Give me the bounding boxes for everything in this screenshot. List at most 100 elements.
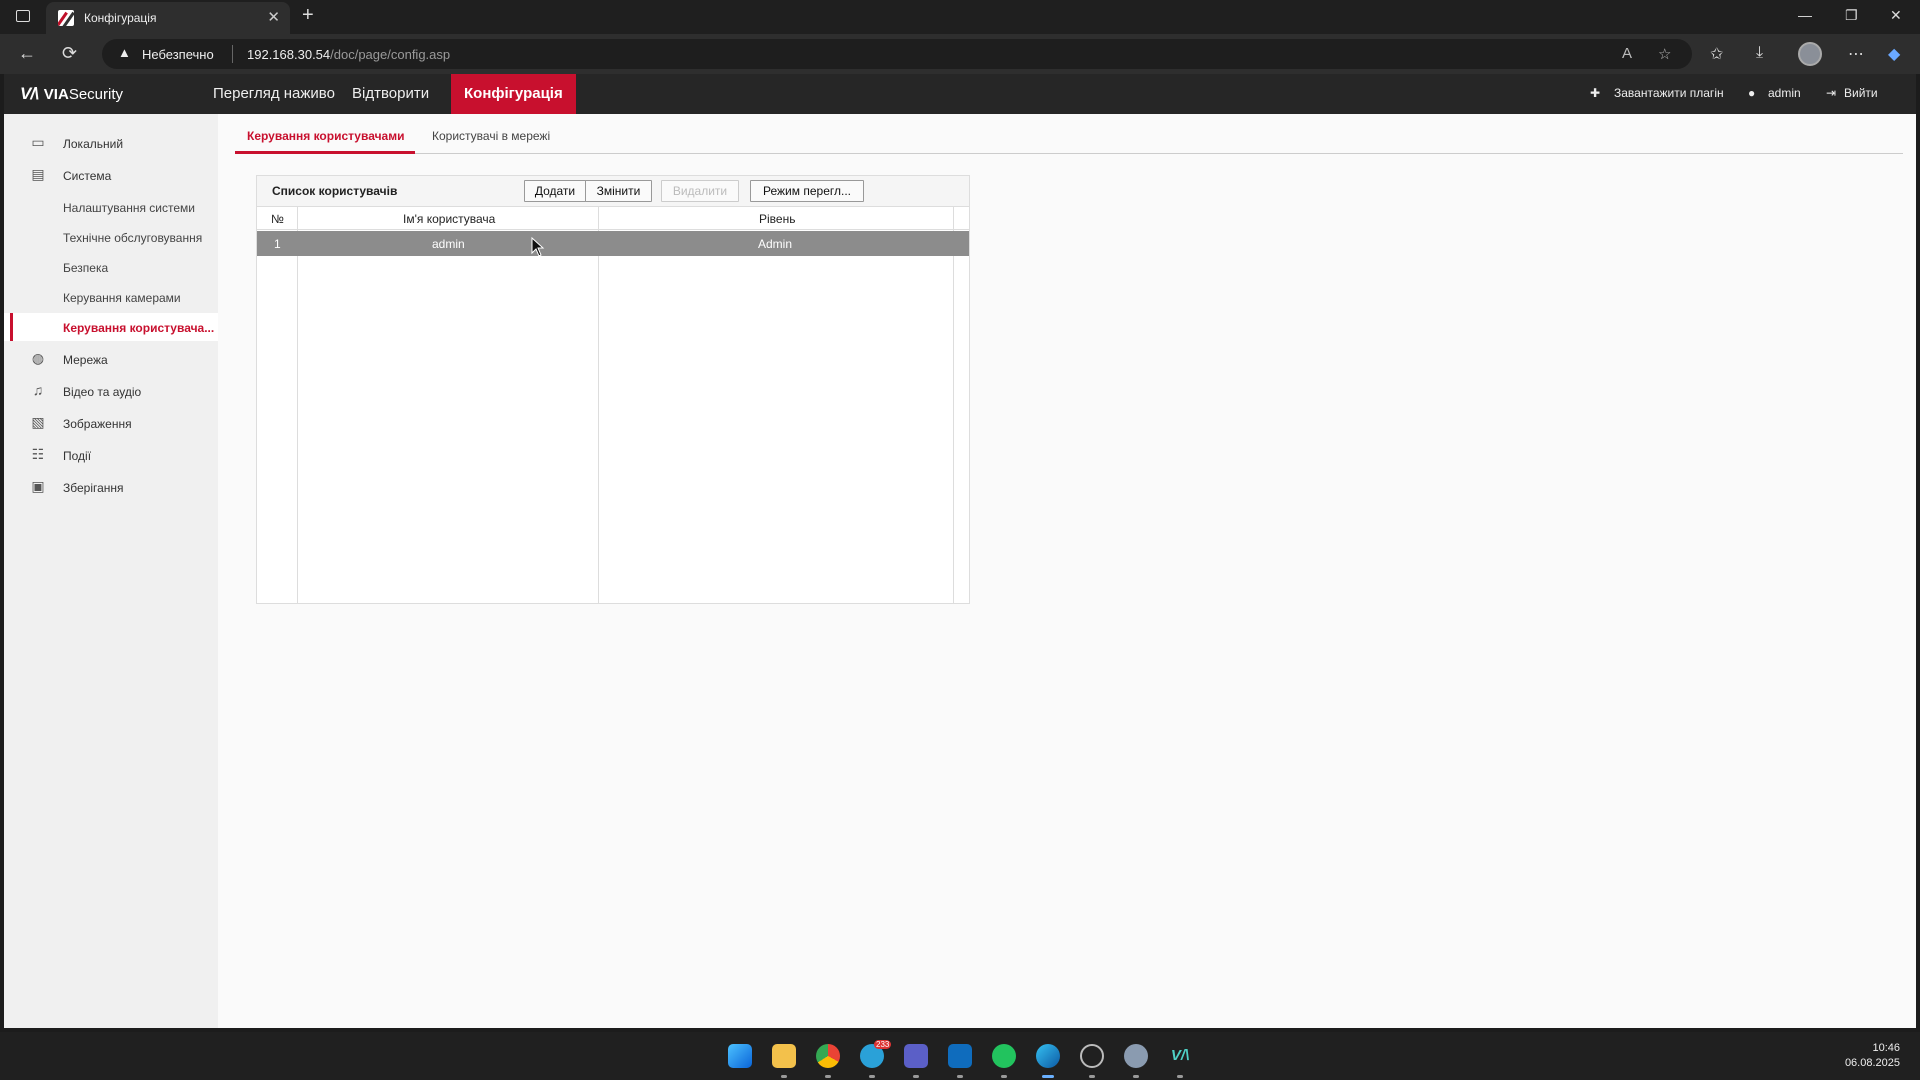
mic-icon: ♫ <box>32 382 44 398</box>
sidebar-item-system[interactable]: ▤ Система <box>4 160 218 190</box>
user-list-panel: Список користувачів Додати Змінити Видал… <box>256 175 970 604</box>
sidebar-item-label: Керування користувача... <box>63 321 215 335</box>
nav-live-view[interactable]: Перегляд наживо <box>200 74 348 114</box>
sidebar-item-events[interactable]: ☷ Події <box>4 440 218 470</box>
logo: V/\ VIASecurity <box>20 84 123 104</box>
logout-icon[interactable]: ⇥ <box>1826 86 1836 100</box>
sidebar-sub-maintenance[interactable]: Технічне обслуговування <box>4 223 218 251</box>
running-indicator <box>781 1075 787 1078</box>
sidebar-item-image[interactable]: ▧ Зображення <box>4 408 218 438</box>
tab-close-icon[interactable]: ✕ <box>267 8 280 26</box>
insecure-label[interactable]: Небезпечно <box>142 47 214 62</box>
teams-icon[interactable] <box>904 1044 928 1068</box>
subtab-bar: Керування користувачами Користувачі в ме… <box>235 114 1903 154</box>
new-tab-button[interactable]: + <box>302 4 314 27</box>
sidebar-sub-system-settings[interactable]: Налаштування системи <box>4 193 218 221</box>
clock-date: 06.08.2025 <box>1844 1057 1900 1069</box>
table-header: № Ім'я користувача Рівень <box>257 206 969 230</box>
chrome-icon[interactable] <box>816 1044 840 1068</box>
profile-avatar[interactable] <box>1798 42 1822 66</box>
start-icon[interactable] <box>728 1044 752 1068</box>
sidebar-item-video-audio[interactable]: ♫ Відео та аудіо <box>4 376 218 406</box>
storage-icon: ▣ <box>31 478 45 494</box>
sidebar-sub-user-management[interactable]: Керування користувача... <box>4 313 218 341</box>
address-bar[interactable]: ▲ Небезпечно 192.168.30.54/doc/page/conf… <box>102 39 1692 69</box>
download-plugin-link[interactable]: Завантажити плагін <box>1614 86 1724 100</box>
tab-actions-icon[interactable] <box>16 10 30 22</box>
nav-configuration[interactable]: Конфігурація <box>451 74 576 114</box>
browser-tab-bar: Конфігурація ✕ + — ❐ ✕ <box>0 0 1920 34</box>
modify-button[interactable]: Змінити <box>585 180 652 202</box>
restore-button[interactable]: ❐ <box>1845 7 1858 24</box>
calendar-icon: ☷ <box>31 446 45 462</box>
mouse-cursor-icon <box>531 237 545 257</box>
sidebar-sub-camera-management[interactable]: Керування камерами <box>4 283 218 311</box>
url-text[interactable]: 192.168.30.54/doc/page/config.asp <box>247 47 450 62</box>
column-header-level[interactable]: Рівень <box>759 212 795 226</box>
cell-level: Admin <box>758 237 793 251</box>
window-close-button[interactable]: ✕ <box>1890 7 1902 24</box>
sidebar-item-label: Зображення <box>63 417 132 431</box>
system-clock[interactable]: 10:46 06.08.2025 <box>1845 1041 1900 1071</box>
delete-button[interactable]: Видалити <box>661 180 739 202</box>
sidebar-sub-security[interactable]: Безпека <box>4 253 218 281</box>
panel-header: Список користувачів Додати Змінити Видал… <box>257 176 969 206</box>
user-icon: ● <box>1748 86 1756 100</box>
sidebar-item-storage[interactable]: ▣ Зберігання <box>4 472 218 502</box>
clock-time: 10:46 <box>1872 1042 1900 1054</box>
running-indicator <box>1089 1075 1095 1078</box>
settings-gear-icon[interactable] <box>1124 1044 1148 1068</box>
active-indicator <box>1042 1075 1054 1078</box>
viasecurity-app-icon[interactable]: V/\ <box>1168 1044 1192 1068</box>
sidebar-item-label: Зберігання <box>63 481 124 495</box>
column-header-no: № <box>271 212 284 226</box>
sidebar-item-label: Події <box>63 449 92 463</box>
sidebar-item-label: Безпека <box>63 261 109 275</box>
whatsapp-icon[interactable] <box>992 1044 1016 1068</box>
sidebar-item-label: Відео та аудіо <box>63 385 142 399</box>
address-toolbar: ← ⟳ ▲ Небезпечно 192.168.30.54/doc/page/… <box>0 34 1920 74</box>
running-indicator <box>957 1075 963 1078</box>
downloads-icon[interactable]: ⤓ <box>1756 44 1763 62</box>
column-divider <box>598 206 599 603</box>
add-button[interactable]: Додати <box>524 180 586 202</box>
app-icon[interactable] <box>1080 1044 1104 1068</box>
tab-user-management[interactable]: Керування користувачами <box>247 129 404 143</box>
active-tab-indicator <box>235 151 415 154</box>
sidebar-item-local[interactable]: ▭ Локальний <box>4 128 218 158</box>
warning-icon[interactable]: ▲ <box>118 45 131 60</box>
browser-tab[interactable]: Конфігурація ✕ <box>46 2 290 34</box>
favorites-icon[interactable]: ✩ <box>1710 44 1723 64</box>
running-indicator <box>1133 1075 1139 1078</box>
telegram-badge: 233 <box>874 1040 892 1049</box>
panel-title: Список користувачів <box>272 184 398 198</box>
favorite-star-icon[interactable]: ☆ <box>1658 45 1671 63</box>
minimize-button[interactable]: — <box>1798 7 1812 23</box>
running-indicator <box>825 1075 831 1078</box>
logo-security: Security <box>68 86 123 103</box>
tab-online-users[interactable]: Користувачі в мережі <box>432 129 550 143</box>
back-arrow-icon[interactable]: ← <box>18 43 36 64</box>
column-header-username[interactable]: Ім'я користувача <box>403 212 495 226</box>
view-mode-button[interactable]: Режим перегл... <box>750 180 864 202</box>
copilot-icon[interactable]: ◆ <box>1888 44 1900 64</box>
outlook-icon[interactable] <box>948 1044 972 1068</box>
more-menu-icon[interactable]: ⋯ <box>1848 44 1864 64</box>
nav-playback[interactable]: Відтворити <box>339 74 442 114</box>
running-indicator <box>1001 1075 1007 1078</box>
sidebar-item-label: Мережа <box>63 353 108 367</box>
edge-icon[interactable] <box>1036 1044 1060 1068</box>
sidebar-item-network[interactable]: ◍ Мережа <box>4 344 218 374</box>
windows-taskbar: 233 V/\ 10:46 06.08.2025 <box>0 1032 1920 1080</box>
url-separator <box>232 45 233 63</box>
web-app: V/\ VIASecurity Перегляд наживо Відтворит… <box>4 74 1916 1028</box>
table-row[interactable]: 1 admin Admin <box>257 231 969 256</box>
sidebar-item-label: Налаштування системи <box>63 201 195 215</box>
file-explorer-icon[interactable] <box>772 1044 796 1068</box>
read-aloud-icon[interactable]: A <box>1622 45 1632 62</box>
plugin-icon[interactable]: ✚ <box>1590 86 1600 100</box>
reload-icon[interactable]: ⟳ <box>62 43 77 64</box>
current-user[interactable]: admin <box>1768 86 1801 100</box>
logout-link[interactable]: Вийти <box>1844 86 1878 100</box>
running-indicator <box>1177 1075 1183 1078</box>
